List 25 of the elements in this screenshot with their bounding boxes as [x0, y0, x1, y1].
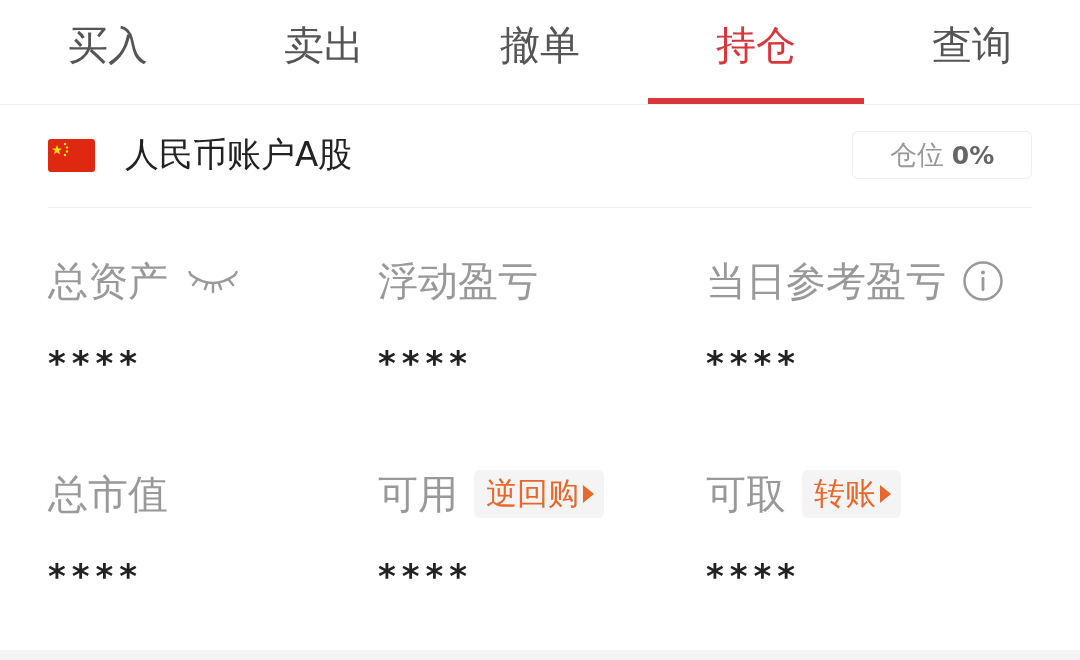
tab[interactable]: 查询: [864, 0, 1080, 104]
stat-label: 浮动盈亏: [378, 257, 538, 305]
tab[interactable]: 卖出: [216, 0, 432, 104]
flag-icon: [48, 138, 95, 172]
tab[interactable]: 撤单: [432, 0, 648, 104]
triangle-icon: [583, 485, 594, 503]
stat-value: ****: [48, 342, 144, 375]
position-value: 0%: [951, 140, 995, 170]
stat-value: ****: [378, 555, 474, 588]
tab[interactable]: 买入: [0, 0, 216, 104]
stat-value: ****: [706, 555, 802, 588]
stat-value: ****: [378, 342, 474, 375]
stat-value: ****: [48, 555, 144, 588]
stat-label: 可用: [378, 470, 458, 518]
position-label: 仓位: [889, 138, 944, 172]
stat-label: 可取: [706, 470, 786, 518]
closed-eye-icon[interactable]: [188, 268, 238, 294]
stat-label: 总市值: [48, 470, 168, 518]
account-name: 人民币账户A股: [125, 133, 353, 176]
tab[interactable]: 持仓: [648, 0, 864, 104]
stat-label: 总资产: [48, 257, 168, 305]
triangle-icon: [880, 485, 891, 503]
stat-value: ****: [706, 342, 802, 375]
info-icon[interactable]: [963, 261, 1003, 301]
stat-label: 当日参考盈亏: [706, 257, 946, 305]
